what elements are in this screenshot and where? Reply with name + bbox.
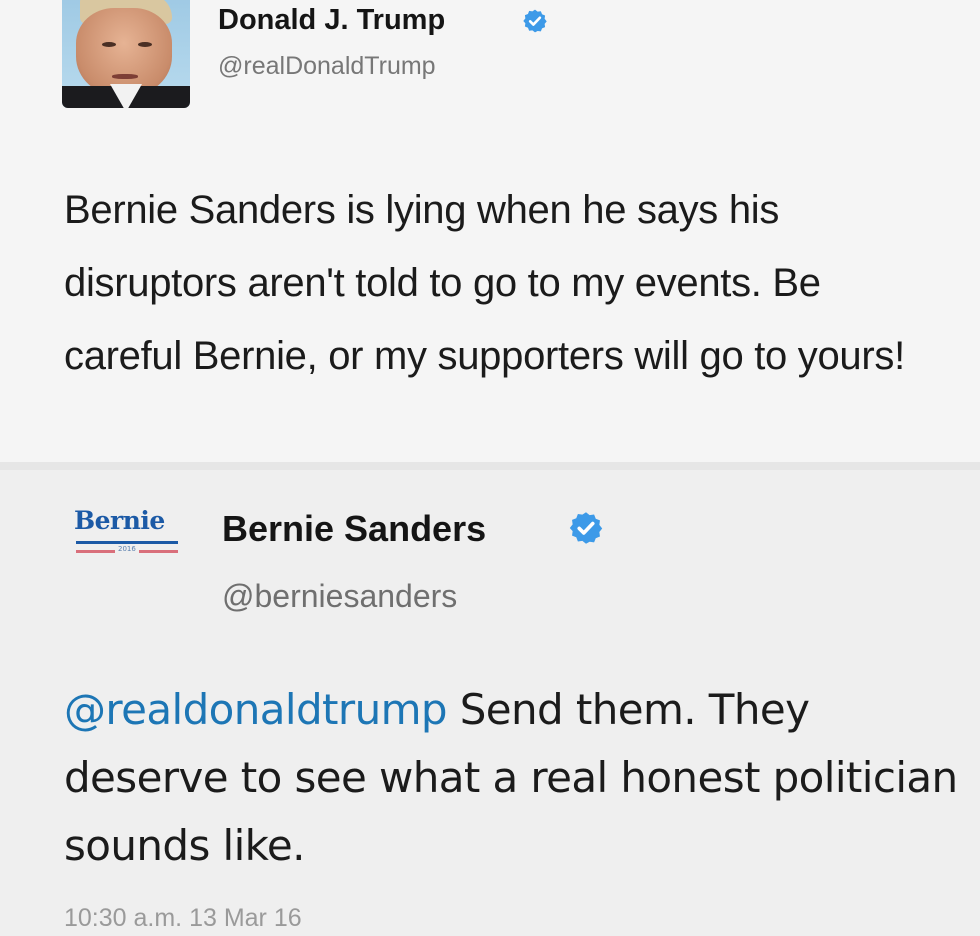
avatar-face [76,8,172,96]
bernie-logo-text: Bernie [74,506,165,535]
author-name[interactable]: Bernie Sanders [222,508,486,550]
tweet-text: @realdonaldtrump Send them. They deserve… [64,676,964,880]
verified-badge-icon [523,9,547,33]
avatar-eye-right [138,42,152,47]
avatar-mouth [112,74,138,79]
author-name[interactable]: Donald J. Trump [218,4,445,37]
avatar-eye-left [102,42,116,47]
tweet-divider [0,462,980,470]
logo-stripe-blue [76,541,178,544]
tweet-timestamp[interactable]: 10:30 a.m. 13 Mar 16 [64,904,302,933]
tweet-card[interactable]: Bernie 2016 Bernie Sanders @berniesander… [0,470,980,936]
verified-badge-icon [569,512,603,544]
tweet-text: Bernie Sanders is lying when he says his… [64,188,905,378]
mention-link[interactable]: @realdonaldtrump [64,685,448,734]
author-handle[interactable]: @berniesanders [222,578,457,615]
author-handle[interactable]: @realDonaldTrump [218,52,436,81]
avatar[interactable] [62,0,190,108]
tweet-card[interactable]: Donald J. Trump @realDonaldTrump Bernie … [0,0,980,462]
bernie-logo-year: 2016 [115,545,139,553]
avatar[interactable]: Bernie 2016 [60,504,200,574]
